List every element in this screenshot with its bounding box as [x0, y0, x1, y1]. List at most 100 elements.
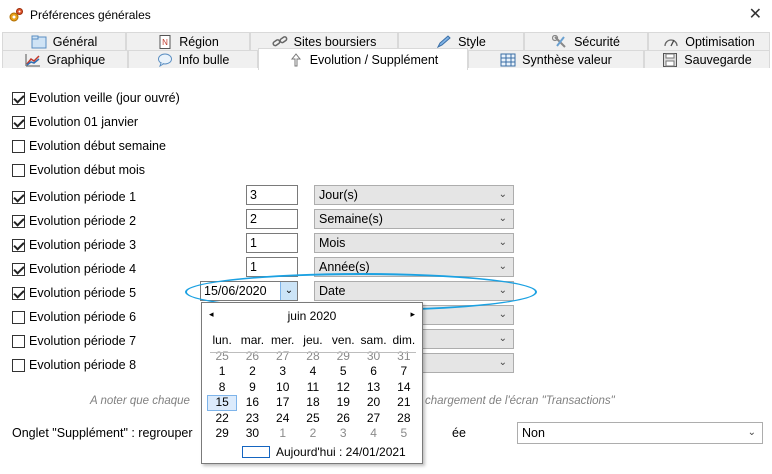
- checkbox-debut-semaine[interactable]: [12, 139, 25, 153]
- close-button[interactable]: ✕: [749, 4, 762, 24]
- period-1-row[interactable]: Evolution période 1: [12, 188, 136, 206]
- calendar-day[interactable]: 1: [207, 364, 237, 380]
- period-2-unit-select[interactable]: Semaine(s) ⌄: [314, 209, 514, 229]
- calendar-day[interactable]: 19: [328, 395, 358, 411]
- calendar-day[interactable]: 28: [298, 349, 328, 365]
- calendar-day[interactable]: 5: [328, 364, 358, 380]
- option-debut-semaine[interactable]: Evolution début semaine: [12, 137, 166, 155]
- tab-general[interactable]: Général: [2, 32, 126, 50]
- calendar-day[interactable]: 27: [268, 349, 298, 365]
- period-2-value-input[interactable]: 2: [246, 209, 298, 229]
- option-debut-mois[interactable]: Evolution début mois: [12, 161, 145, 179]
- calendar-day[interactable]: 21: [389, 395, 419, 411]
- calendar-day[interactable]: 5: [389, 426, 419, 442]
- tab-info-bulle[interactable]: Info bulle: [128, 50, 258, 68]
- today-button[interactable]: Aujourd'hui : 24/01/2021: [242, 445, 406, 459]
- calendar-day[interactable]: 3: [268, 364, 298, 380]
- tab-region[interactable]: N Région: [126, 32, 250, 50]
- tab-evolution-supplement[interactable]: Evolution / Supplément: [258, 48, 468, 70]
- calendar-day[interactable]: 30: [237, 426, 267, 442]
- calendar-day[interactable]: 24: [268, 411, 298, 427]
- period-5-row[interactable]: Evolution période 5: [12, 284, 136, 302]
- calendar-header: ◂ juin 2020 ▸: [202, 309, 422, 325]
- calendar-day[interactable]: 18: [298, 395, 328, 411]
- arrow-up-icon: [290, 52, 301, 66]
- calendar-day[interactable]: 31: [389, 349, 419, 365]
- calendar-day[interactable]: 27: [358, 411, 388, 427]
- calendar-day[interactable]: 6: [358, 364, 388, 380]
- calendar-day[interactable]: 13: [358, 380, 388, 396]
- calendar-day[interactable]: 2: [237, 364, 267, 380]
- tab-graphique[interactable]: Graphique: [2, 50, 128, 68]
- calendar-day[interactable]: 2: [298, 426, 328, 442]
- checkbox-period-6[interactable]: [12, 310, 25, 324]
- period-3-unit-select[interactable]: Mois ⌄: [314, 233, 514, 253]
- folder-icon: [31, 35, 47, 48]
- calendar-day[interactable]: 4: [358, 426, 388, 442]
- select-value: Mois: [319, 236, 346, 250]
- supplement-select[interactable]: Non ⌄: [517, 422, 763, 444]
- checkbox-period-3[interactable]: [12, 238, 25, 252]
- period-4-unit-select[interactable]: Année(s) ⌄: [314, 257, 514, 277]
- tab-sauvegarde[interactable]: Sauvegarde: [644, 50, 770, 68]
- checkbox-janvier[interactable]: [12, 115, 25, 129]
- calendar-day[interactable]: 30: [358, 349, 388, 365]
- period-5-date-picker[interactable]: 15/06/2020 ⌄: [200, 281, 298, 301]
- calendar-day[interactable]: 1: [268, 426, 298, 442]
- period-7-row[interactable]: Evolution période 7: [12, 332, 136, 350]
- calendar-day[interactable]: 25: [207, 349, 237, 365]
- calendar-day[interactable]: 8: [207, 380, 237, 396]
- tab-synthese-valeur[interactable]: Synthèse valeur: [468, 50, 644, 68]
- checkbox-period-1[interactable]: [12, 190, 25, 204]
- period-3-value-input[interactable]: 1: [246, 233, 298, 253]
- checkbox-veille[interactable]: [12, 91, 25, 105]
- calendar-day[interactable]: 26: [328, 411, 358, 427]
- period-2-row[interactable]: Evolution période 2: [12, 212, 136, 230]
- calendar-day[interactable]: 10: [268, 380, 298, 396]
- calendar-day[interactable]: 17: [268, 395, 298, 411]
- calendar-day[interactable]: 23: [237, 411, 267, 427]
- calendar-day[interactable]: 29: [207, 426, 237, 442]
- calendar-day-selected[interactable]: 15: [207, 395, 238, 411]
- weekday-label: mar.: [240, 333, 265, 347]
- calendar-day[interactable]: 9: [237, 380, 267, 396]
- calendar-day[interactable]: 29: [328, 349, 358, 365]
- calendar-day[interactable]: 7: [389, 364, 419, 380]
- period-5-unit-select[interactable]: Date ⌄: [314, 281, 514, 301]
- option-janvier[interactable]: Evolution 01 janvier: [12, 113, 138, 131]
- tab-optimisation[interactable]: Optimisation: [648, 32, 770, 50]
- checkbox-debut-mois[interactable]: [12, 163, 25, 177]
- chevron-down-icon: ⌄: [498, 237, 507, 248]
- period-1-value-input[interactable]: 3: [246, 185, 298, 205]
- calendar-day[interactable]: 22: [207, 411, 237, 427]
- calendar-dropdown-button[interactable]: ⌄: [280, 282, 297, 300]
- calendar-day[interactable]: 25: [298, 411, 328, 427]
- checkbox-period-8[interactable]: [12, 358, 25, 372]
- period-6-row[interactable]: Evolution période 6: [12, 308, 136, 326]
- option-veille[interactable]: Evolution veille (jour ouvré): [12, 89, 180, 107]
- period-3-row[interactable]: Evolution période 3: [12, 236, 136, 254]
- calendar-month-title[interactable]: juin 2020: [202, 309, 422, 323]
- supplement-label: Onglet "Supplément" : regrouper: [12, 426, 193, 440]
- period-1-unit-select[interactable]: Jour(s) ⌄: [314, 185, 514, 205]
- calendar-divider: [210, 352, 416, 353]
- period-8-row[interactable]: Evolution période 8: [12, 356, 136, 374]
- calendar-day[interactable]: 28: [389, 411, 419, 427]
- period-4-row[interactable]: Evolution période 4: [12, 260, 136, 278]
- calendar-day[interactable]: 11: [298, 380, 328, 396]
- calendar-day[interactable]: 20: [358, 395, 388, 411]
- calendar-day[interactable]: 3: [328, 426, 358, 442]
- calendar-day[interactable]: 14: [389, 380, 419, 396]
- calendar-day[interactable]: 26: [237, 349, 267, 365]
- calendar-day[interactable]: 16: [237, 395, 267, 411]
- checkbox-period-5[interactable]: [12, 286, 25, 300]
- checkbox-period-2[interactable]: [12, 214, 25, 228]
- period-4-value-input[interactable]: 1: [246, 257, 298, 277]
- checkbox-period-7[interactable]: [12, 334, 25, 348]
- calendar-day[interactable]: 12: [328, 380, 358, 396]
- checkbox-period-4[interactable]: [12, 262, 25, 276]
- calendar-day[interactable]: 4: [298, 364, 328, 380]
- tab-securite[interactable]: Sécurité: [524, 32, 648, 50]
- calendar-week: 15 16 17 18 19 20 21: [207, 395, 419, 411]
- next-month-button[interactable]: ▸: [410, 309, 415, 320]
